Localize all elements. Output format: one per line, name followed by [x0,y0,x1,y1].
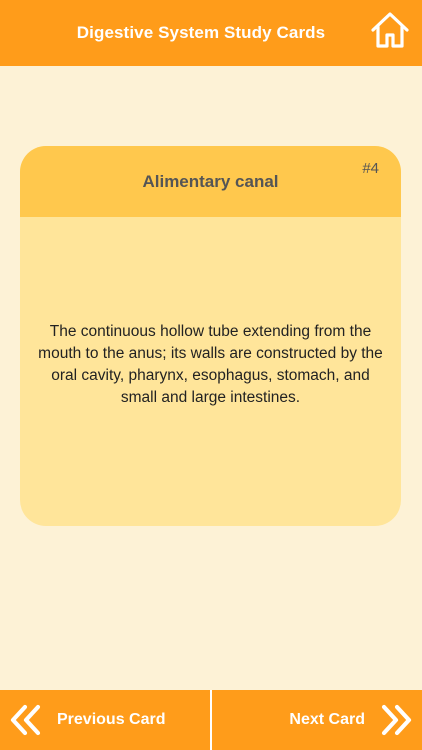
card-number: #4 [362,160,379,177]
page-title: Digestive System Study Cards [76,23,326,42]
double-chevron-right-icon [378,702,414,738]
home-button[interactable] [368,8,412,52]
home-icon [371,12,409,48]
double-chevron-left-icon [8,702,44,738]
next-card-button[interactable]: Next Card [212,690,422,750]
next-card-label: Next Card [289,711,365,728]
card-definition: The continuous hollow tube extending fro… [38,322,383,406]
previous-card-label: Previous Card [57,711,166,728]
study-card[interactable]: Alimentary canal #4 The continuous hollo… [20,146,401,526]
previous-card-button[interactable]: Previous Card [0,690,210,750]
card-title: Alimentary canal [142,171,279,191]
